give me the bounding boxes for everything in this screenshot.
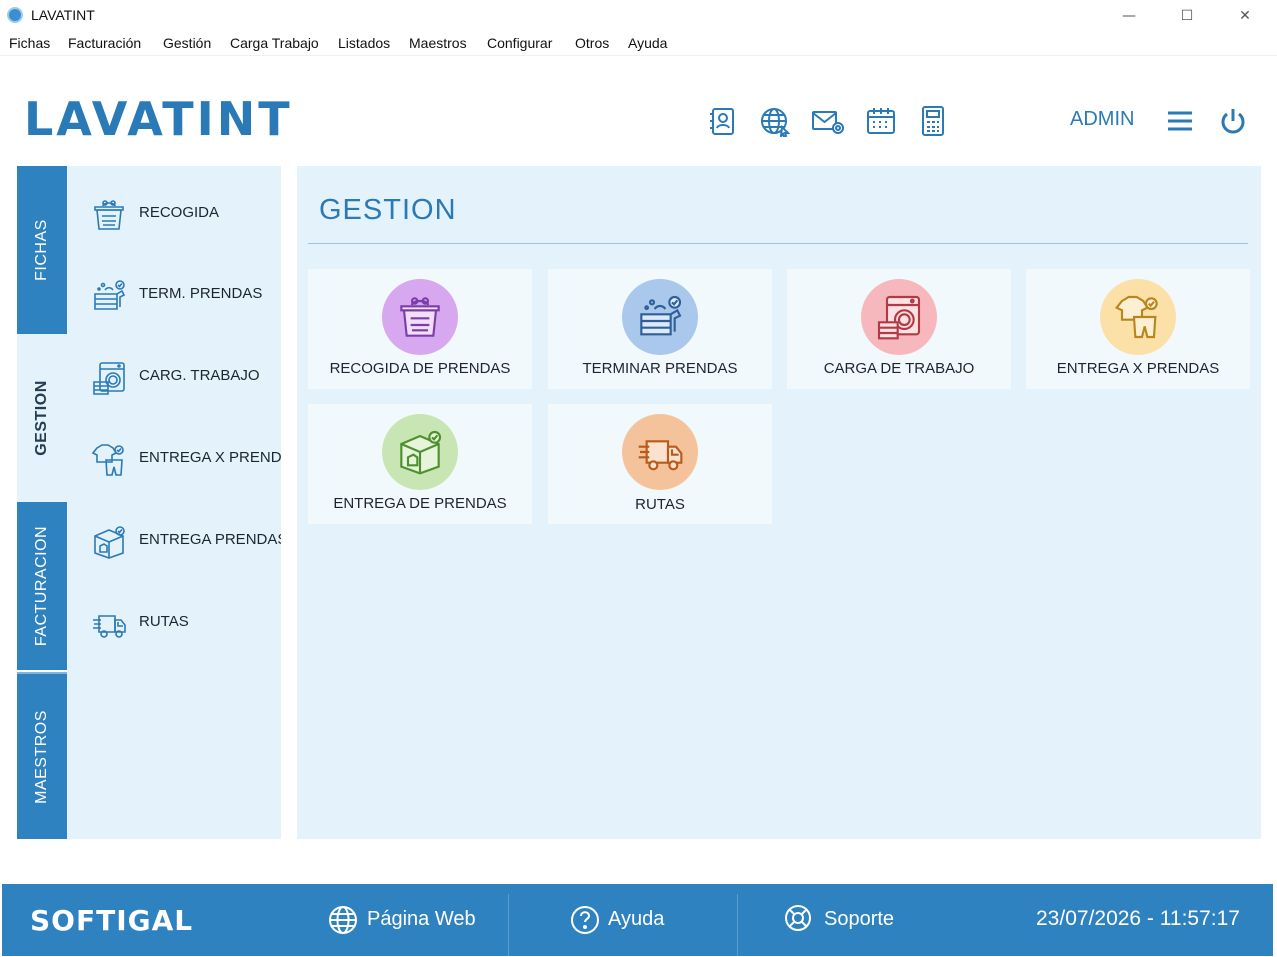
close-button[interactable]: ✕: [1216, 0, 1274, 32]
tile-label: CARGA DE TRABAJO: [823, 360, 975, 377]
sidebar-item-carg-trabajo[interactable]: CARG. TRABAJO: [67, 348, 281, 408]
sidebar-item-label: TERM. PRENDAS: [139, 285, 263, 302]
tile-terminar-prendas[interactable]: TERMINAR PRENDAS: [548, 269, 772, 389]
tab-gestion-label: GESTION: [33, 380, 50, 456]
tile-label: ENTREGA X PRENDAS: [1056, 360, 1220, 377]
tab-fichas-label: FICHAS: [33, 219, 50, 281]
tile-recogida-de-prendas[interactable]: RECOGIDA DE PRENDAS: [308, 269, 532, 389]
tile-icon-circle: [1100, 279, 1176, 355]
truck-icon: [93, 615, 126, 638]
sidebar-item-recogida[interactable]: RECOGIDA: [67, 185, 281, 245]
tile-icon-circle: [382, 279, 458, 355]
tile-icon-circle: [861, 279, 937, 355]
sidebar-item-entrega-prendas[interactable]: ENTREGA PRENDAS: [67, 512, 281, 572]
tile-icon-circle: [382, 414, 458, 490]
folded-clothes-icon: [640, 295, 682, 336]
support-label: Soporte: [824, 908, 895, 930]
help-label: Ayuda: [608, 908, 665, 930]
window-title: LAVATINT: [31, 7, 95, 23]
globe-icon[interactable]: [759, 105, 791, 139]
delivery-box-icon: [400, 430, 442, 475]
tile-label: ENTREGA DE PRENDAS: [333, 495, 507, 512]
datetime-display: 23/07/2026 - 11:57:17: [1036, 907, 1240, 930]
web-page-label: Página Web: [367, 908, 476, 930]
truck-icon: [638, 440, 683, 471]
softigal-logo: SOFTIGAL: [30, 904, 194, 937]
sidebar-item-label: ENTREGA X PRENDAS: [139, 449, 281, 466]
folded-clothes-icon: [94, 280, 126, 310]
tab-facturacion[interactable]: FACTURACION: [17, 502, 67, 670]
sidebar-item-label: RUTAS: [139, 613, 189, 630]
calculator-icon[interactable]: [918, 105, 950, 137]
menu-listados[interactable]: Listados: [338, 35, 390, 51]
help-button[interactable]: Ayuda: [509, 884, 737, 956]
page-title: GESTION: [319, 194, 457, 226]
app-icon: [7, 7, 23, 23]
main-panel: GESTION RECOGIDA DE PRENDAS TERMINAR PRE…: [297, 166, 1261, 839]
tile-entrega-x-prendas[interactable]: ENTREGA X PRENDAS: [1026, 269, 1250, 389]
sidebar-item-label: CARG. TRABAJO: [139, 367, 260, 384]
washing-machine-icon: [877, 295, 921, 340]
sidebar-item-entrega-x-prendas[interactable]: ENTREGA X PRENDAS: [67, 430, 281, 490]
menu-carga-trabajo[interactable]: Carga Trabajo: [230, 35, 319, 51]
lavatint-logo: LAVATINT: [24, 92, 293, 146]
tab-gestion[interactable]: GESTION: [17, 334, 67, 502]
tile-entrega-de-prendas[interactable]: ENTREGA DE PRENDAS: [308, 404, 532, 524]
menu-fichas[interactable]: Fichas: [9, 35, 50, 51]
menu-maestros[interactable]: Maestros: [409, 35, 467, 51]
sidebar-item-label: ENTREGA PRENDAS: [139, 531, 281, 548]
sidebar-item-label: RECOGIDA: [139, 204, 220, 221]
washing-machine-icon: [93, 362, 125, 395]
mail-icon[interactable]: [811, 105, 844, 137]
tile-label: RECOGIDA DE PRENDAS: [329, 360, 511, 377]
help-icon: [571, 906, 599, 934]
delivery-box-icon: [94, 526, 125, 559]
tile-carga-de-trabajo[interactable]: CARGA DE TRABAJO: [787, 269, 1011, 389]
sidebar-item-term-prendas[interactable]: TERM. PRENDAS: [67, 266, 281, 326]
garments-icon: [91, 444, 124, 476]
globe-icon: [329, 906, 357, 934]
menu-facturacion[interactable]: Facturación: [68, 35, 141, 51]
tile-rutas[interactable]: RUTAS: [548, 404, 772, 524]
maximize-button[interactable]: ☐: [1158, 0, 1216, 32]
garments-icon: [1115, 295, 1158, 339]
tile-icon-circle: [622, 414, 698, 490]
title-divider: [308, 243, 1248, 244]
sidebar-item-rutas[interactable]: RUTAS: [67, 594, 281, 654]
menu-otros[interactable]: Otros: [575, 35, 609, 51]
footer-bar: SOFTIGAL Página Web Ayuda Soporte 23/07/…: [2, 884, 1273, 956]
sidebar: RECOGIDA TERM. PRENDAS CARG. TRABAJO ENT…: [67, 166, 281, 839]
power-icon[interactable]: [1217, 105, 1249, 137]
hamburger-menu-icon[interactable]: [1164, 106, 1196, 138]
calendar-icon[interactable]: [865, 105, 897, 137]
laundry-basket-icon: [94, 200, 124, 230]
tile-label: RUTAS: [635, 496, 685, 513]
tile-label: TERMINAR PRENDAS: [582, 360, 738, 377]
menu-gestion[interactable]: Gestión: [163, 35, 211, 51]
tab-fichas[interactable]: FICHAS: [17, 166, 67, 334]
tile-icon-circle: [622, 279, 698, 355]
vertical-tabs: FICHAS GESTION FACTURACION MAESTROS: [17, 166, 67, 839]
tab-maestros[interactable]: MAESTROS: [17, 672, 67, 839]
tab-maestros-label: MAESTROS: [33, 709, 50, 804]
laundry-basket-icon: [400, 297, 440, 337]
user-name[interactable]: ADMIN: [1070, 108, 1134, 131]
menu-configurar[interactable]: Configurar: [487, 35, 552, 51]
tab-facturacion-label: FACTURACION: [33, 525, 50, 647]
menu-ayuda[interactable]: Ayuda: [628, 35, 667, 51]
support-icon: [785, 905, 811, 931]
support-button[interactable]: Soporte: [738, 884, 904, 956]
minimize-button[interactable]: —: [1100, 0, 1158, 32]
menu-bar: Fichas Facturación Gestión Carga Trabajo…: [0, 32, 1277, 56]
contacts-icon[interactable]: [707, 105, 739, 137]
web-page-button[interactable]: Página Web: [312, 884, 508, 956]
title-bar: LAVATINT — ☐ ✕: [0, 0, 1277, 32]
